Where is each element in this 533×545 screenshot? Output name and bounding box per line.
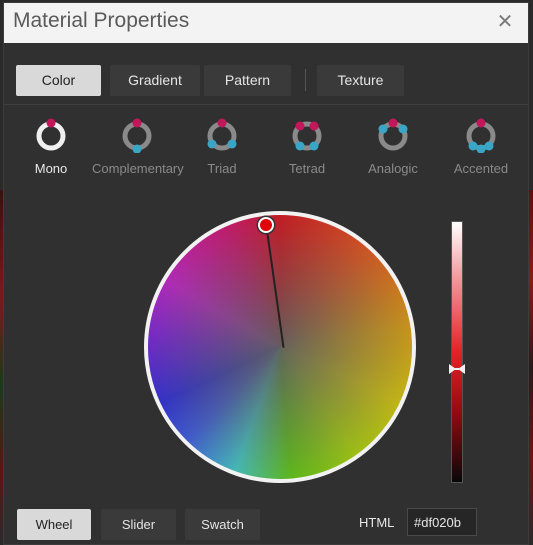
tab-separator (305, 69, 306, 91)
harmony-accented[interactable]: Accented (436, 115, 526, 176)
harmony-label-accented: Accented (453, 161, 509, 176)
title-bar: Material Properties ✕ (4, 3, 528, 43)
html-label: HTML (359, 515, 395, 530)
material-properties-dialog: Material Properties ✕ Color Gradient Pat… (3, 2, 529, 545)
accented-icon (466, 118, 496, 153)
harmony-mono[interactable]: Mono (6, 115, 96, 176)
tab-pattern[interactable]: Pattern (204, 65, 291, 96)
mode-slider-button[interactable]: Slider (101, 509, 176, 540)
harmony-label-analogic: Analogic (368, 161, 418, 176)
section-divider (4, 104, 528, 105)
harmony-tetrad[interactable]: Tetrad (262, 115, 352, 176)
slider-thumb-icon[interactable] (449, 363, 465, 375)
mono-icon (36, 118, 66, 151)
complementary-icon (122, 118, 152, 153)
harmony-label-complementary: Complementary (92, 161, 184, 176)
analogic-icon (378, 118, 408, 151)
harmony-label-triad: Triad (207, 161, 237, 176)
triad-icon (207, 118, 237, 151)
harmony-label-mono: Mono (34, 161, 68, 176)
tab-gradient[interactable]: Gradient (110, 65, 200, 96)
wheel-color-handle[interactable] (258, 217, 274, 233)
harmony-analogic[interactable]: Analogic (348, 115, 438, 176)
color-wheel[interactable] (144, 211, 416, 483)
tetrad-icon (292, 121, 322, 151)
harmony-label-tetrad: Tetrad (288, 161, 326, 176)
tab-texture[interactable]: Texture (317, 65, 404, 96)
mode-wheel-button[interactable]: Wheel (17, 509, 91, 540)
harmony-complementary[interactable]: Complementary (92, 115, 184, 176)
harmony-triad[interactable]: Triad (177, 115, 267, 176)
tab-color[interactable]: Color (16, 65, 101, 96)
html-color-field[interactable] (407, 508, 477, 536)
background-strip-right (529, 190, 533, 545)
mode-swatch-button[interactable]: Swatch (185, 509, 260, 540)
close-icon[interactable]: ✕ (492, 9, 518, 35)
color-wheel-area (144, 211, 424, 491)
lightness-slider[interactable] (451, 221, 463, 483)
window-title: Material Properties (13, 9, 190, 32)
